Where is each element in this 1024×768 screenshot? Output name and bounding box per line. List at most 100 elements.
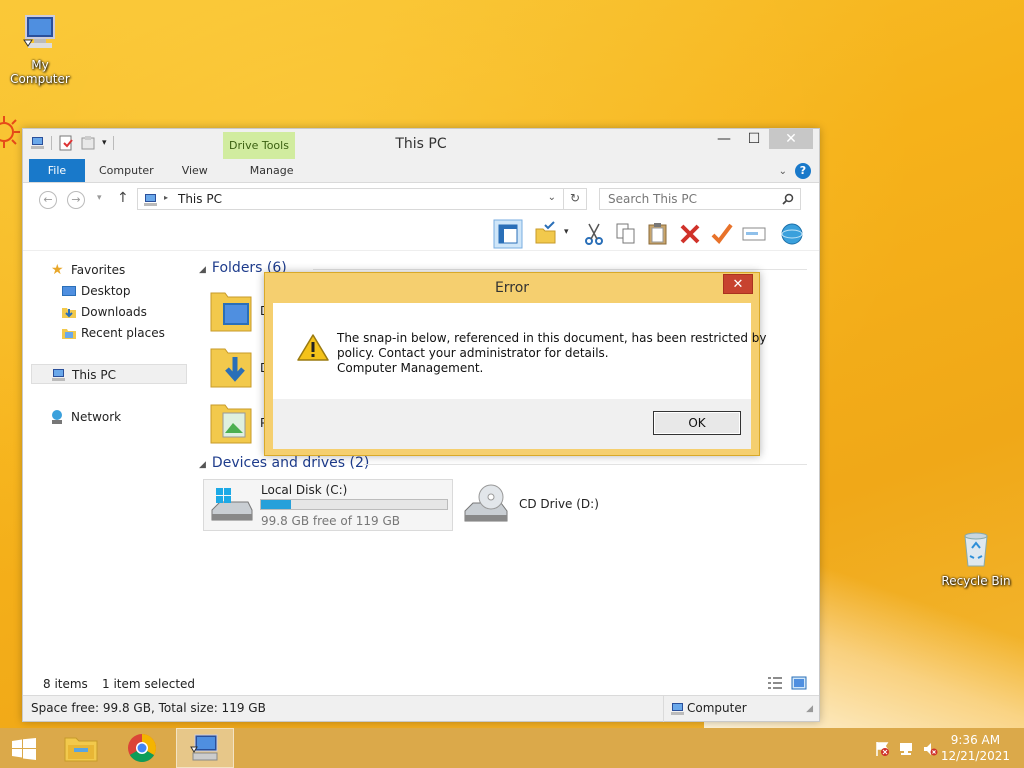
sun-icon xyxy=(0,116,20,148)
nav-label: Desktop xyxy=(81,284,131,298)
folder-desktop-icon[interactable] xyxy=(209,287,253,333)
group-divider xyxy=(313,269,807,270)
devices-group-header[interactable]: ◢ Devices and drives (2) xyxy=(199,455,369,471)
navigation-bar: ← → ▾ ↑ ▸ This PC ⌄ ↻ Search This PC xyxy=(23,183,819,217)
close-button[interactable]: ✕ xyxy=(769,129,813,149)
minimize-button[interactable]: — xyxy=(709,129,739,149)
taskbar-chrome[interactable] xyxy=(114,728,172,768)
taskbar: 9:36 AM 12/21/2021 xyxy=(0,728,1024,768)
details-bar: Space free: 99.8 GB, Total size: 119 GB … xyxy=(23,695,819,722)
tab-computer[interactable]: Computer xyxy=(85,159,168,182)
tab-manage[interactable]: Manage xyxy=(236,159,308,182)
recent-places-icon xyxy=(62,329,76,339)
address-dropdown-icon[interactable]: ⌄ xyxy=(548,192,556,203)
recent-locations-icon[interactable]: ▾ xyxy=(97,193,102,203)
drive-name: CD Drive (D:) xyxy=(519,497,599,511)
windows-drive-icon xyxy=(211,488,253,521)
drive-usage-bar xyxy=(260,499,448,510)
collapse-caret-icon[interactable]: ◢ xyxy=(199,265,206,275)
system-clock[interactable]: 9:36 AM 12/21/2021 xyxy=(941,732,1010,764)
volume-muted-icon[interactable] xyxy=(922,741,938,757)
separator xyxy=(663,696,664,722)
resize-grip-icon[interactable]: ◢ xyxy=(806,704,813,714)
tab-view[interactable]: View xyxy=(168,159,222,182)
network-status-icon[interactable] xyxy=(898,741,914,757)
nav-label: Network xyxy=(71,410,122,424)
up-arrow-icon[interactable]: ↑ xyxy=(117,190,129,206)
space-info: Space free: 99.8 GB, Total size: 119 GB xyxy=(31,701,266,715)
nav-label: Downloads xyxy=(81,305,147,319)
cut-icon[interactable] xyxy=(581,221,607,247)
drive-d-tile[interactable]: CD Drive (D:) xyxy=(457,479,657,531)
address-text: This PC xyxy=(178,192,222,206)
dialog-close-button[interactable]: ✕ xyxy=(723,274,753,294)
large-icons-view-icon[interactable] xyxy=(791,676,807,690)
error-dialog: Error ✕ The snap-in below, referenced in… xyxy=(264,272,766,456)
tab-file[interactable]: File xyxy=(29,159,85,182)
downloads-icon xyxy=(62,308,76,318)
back-button[interactable]: ← xyxy=(39,191,57,209)
location-label: Computer xyxy=(687,701,747,715)
dialog-message-line: Computer Management. xyxy=(337,361,484,375)
address-bar[interactable]: ▸ This PC ⌄ ↻ xyxy=(137,188,587,210)
computer-icon xyxy=(671,703,684,715)
desktop-icon-my-computer[interactable]: My Computer xyxy=(0,12,80,86)
forward-button[interactable]: → xyxy=(67,191,85,209)
star-icon: ★ xyxy=(51,262,64,278)
search-input[interactable]: Search This PC xyxy=(608,192,697,206)
selection-count: 1 item selected xyxy=(102,677,196,691)
maximize-button[interactable]: ☐ xyxy=(739,129,769,149)
network-globe-icon[interactable] xyxy=(779,221,805,247)
ribbon-tabs: File Computer View Manage ⌄ ? xyxy=(23,159,819,183)
action-center-flag-icon[interactable] xyxy=(874,741,890,757)
nav-network[interactable]: Network xyxy=(31,407,187,427)
dialog-body: The snap-in below, referenced in this do… xyxy=(273,303,766,449)
taskbar-file-explorer[interactable] xyxy=(52,728,110,768)
refresh-icon[interactable]: ↻ xyxy=(570,191,580,205)
expand-ribbon-icon[interactable]: ⌄ xyxy=(779,166,787,177)
nav-favorites[interactable]: ★ Favorites xyxy=(31,260,187,280)
windows-start-icon[interactable] xyxy=(12,738,36,760)
computer-icon xyxy=(23,15,55,48)
collapse-caret-icon[interactable]: ◢ xyxy=(199,460,206,470)
preview-pane-icon[interactable] xyxy=(493,219,523,249)
drive-usage-fill xyxy=(261,500,291,509)
help-icon[interactable]: ? xyxy=(795,163,811,179)
desktop-icon xyxy=(62,286,76,296)
dropdown-icon[interactable]: ▾ xyxy=(564,227,569,237)
taskbar-computer-management[interactable] xyxy=(176,728,234,768)
breadcrumb-chevron-icon[interactable]: ▸ xyxy=(164,193,168,202)
warning-icon xyxy=(297,334,329,361)
nav-recent-places[interactable]: Recent places xyxy=(31,323,187,343)
paste-icon[interactable] xyxy=(645,221,671,247)
nav-downloads[interactable]: Downloads xyxy=(31,302,187,322)
folder-properties-icon[interactable] xyxy=(533,221,559,247)
nav-this-pc[interactable]: This PC xyxy=(31,364,187,384)
nav-label: This PC xyxy=(72,368,116,382)
checkmark-icon[interactable] xyxy=(709,221,735,247)
nav-desktop[interactable]: Desktop xyxy=(31,281,187,301)
desktop-icon-label: My Computer xyxy=(10,58,70,86)
window-controls: — ☐ ✕ xyxy=(709,129,813,149)
copy-icon[interactable] xyxy=(613,221,639,247)
status-bar: 8 items 1 item selected xyxy=(23,673,819,695)
search-icon[interactable] xyxy=(782,193,794,205)
folder-pictures-icon[interactable] xyxy=(209,399,253,445)
nav-label: Favorites xyxy=(71,263,126,277)
desktop-icon-label: Recycle Bin xyxy=(941,574,1011,588)
drive-c-tile[interactable]: Local Disk (C:) 99.8 GB free of 119 GB xyxy=(203,479,453,531)
details-view-icon[interactable] xyxy=(767,676,783,690)
folder-downloads-icon[interactable] xyxy=(209,343,253,389)
chrome-icon xyxy=(128,734,156,762)
computer-icon xyxy=(144,194,157,206)
desktop-icon-recycle-bin[interactable]: Recycle Bin xyxy=(936,528,1016,588)
command-toolbar: ▾ xyxy=(23,217,819,251)
search-box[interactable]: Search This PC xyxy=(599,188,801,210)
nav-label: Recent places xyxy=(81,326,165,340)
rename-icon[interactable] xyxy=(741,221,767,247)
ok-button[interactable]: OK xyxy=(653,411,741,435)
delete-icon[interactable] xyxy=(677,221,703,247)
title-bar[interactable]: ▾ Drive Tools This PC — ☐ ✕ xyxy=(23,129,819,159)
item-count: 8 items xyxy=(43,677,88,691)
dialog-title: Error xyxy=(494,280,530,296)
